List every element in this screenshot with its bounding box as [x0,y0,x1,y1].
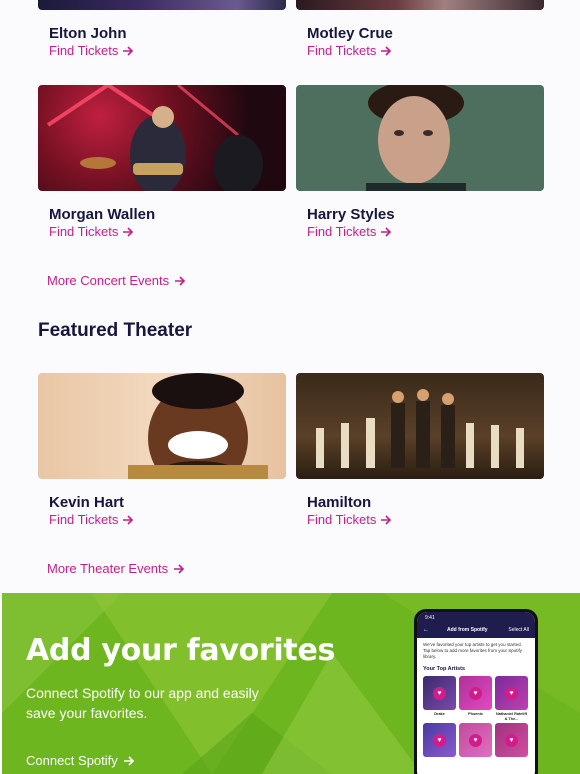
phone-section-title: Your Top Artists [423,666,466,672]
arrow-right-icon [123,226,134,237]
kevin-hart-image[interactable] [38,373,286,479]
elton-john-image[interactable] [38,0,286,10]
promo-description: Connect Spotify to our app and easily sa… [26,685,259,721]
arrow-right-icon [381,226,392,237]
heart-icon: ♥ [469,686,482,700]
heart-icon: ♥ [469,733,482,747]
morgan-wallen-image[interactable] [38,85,286,191]
concert-title-elton-john[interactable]: Elton John [49,25,127,42]
artist-name: Drake [434,712,445,716]
artist-name: Nathaniel Rateliff & The... [495,712,527,721]
promo-title: Add your favorites [26,633,336,668]
find-tickets-label: Find Tickets [307,43,377,58]
hamilton-image[interactable] [296,373,544,479]
harry-styles-image[interactable] [296,85,544,191]
find-tickets-label: Find Tickets [307,512,377,527]
featured-theater-heading: Featured Theater [38,320,193,341]
stage-cast-graphic [316,389,524,468]
find-tickets-label: Find Tickets [49,512,119,527]
concert-title-motley-crue[interactable]: Motley Crue [307,25,393,42]
more-concert-events-link[interactable]: More Concert Events [47,273,186,288]
more-theater-events-link[interactable]: More Theater Events [47,561,185,576]
artist-name: Phoenix [468,712,483,716]
find-tickets-label: Find Tickets [307,224,377,239]
phone-description: We've favorited your top artists to get … [423,642,523,659]
artist-tile: ♥ [423,723,456,757]
artist-tile: ♥ [495,723,528,757]
artist-tile-phoenix: ♥ [459,676,492,710]
select-all-link: Select All [508,627,529,633]
find-tickets-link-motley-crue[interactable]: Find Tickets [307,43,392,58]
more-theater-events-label: More Theater Events [47,561,169,576]
connect-spotify-link[interactable]: Connect Spotify [26,753,135,768]
phone-screen: 9:41 ← Add from Spotify Select All We've… [417,612,535,774]
artist-tiles: ♥ ♥ ♥ [417,674,535,712]
find-tickets-link-elton-john[interactable]: Find Tickets [49,43,134,58]
arrow-right-icon [381,514,392,525]
heart-icon: ♥ [433,686,446,700]
arrow-right-icon [123,45,134,56]
find-tickets-link-kevin-hart[interactable]: Find Tickets [49,512,134,527]
artist-tile-nathaniel-rateliff: ♥ [495,676,528,710]
concert-stage-graphic [46,85,263,191]
artist-names: Drake Phoenix Nathaniel Rateliff & The..… [417,712,535,721]
phone-screen-title: Add from Spotify [447,627,488,633]
heart-icon: ♥ [433,733,446,747]
back-arrow-icon: ← [423,627,429,633]
arrow-right-icon [174,563,185,574]
heart-icon: ♥ [505,733,518,747]
phone-mockup: 9:41 ← Add from Spotify Select All We've… [414,609,538,774]
arrow-right-icon [381,45,392,56]
theater-title-kevin-hart[interactable]: Kevin Hart [49,494,124,511]
find-tickets-link-morgan-wallen[interactable]: Find Tickets [49,224,134,239]
find-tickets-label: Find Tickets [49,43,119,58]
artist-tile: ♥ [459,723,492,757]
heart-icon: ♥ [505,686,518,700]
arrow-right-icon [123,514,134,525]
portrait-graphic [366,85,466,191]
artist-tile-drake: ♥ [423,676,456,710]
more-concert-events-label: More Concert Events [47,273,170,288]
arrow-right-icon [175,275,186,286]
artist-tiles-row-2: ♥ ♥ ♥ [417,721,535,759]
phone-header-bar: 9:41 ← Add from Spotify Select All [417,612,535,638]
motley-crue-image[interactable] [296,0,544,10]
concert-title-harry-styles[interactable]: Harry Styles [307,206,395,223]
phone-clock: 9:41 [425,615,435,621]
connect-spotify-label: Connect Spotify [26,753,118,768]
concert-title-morgan-wallen[interactable]: Morgan Wallen [49,206,155,223]
portrait-graphic [128,373,268,479]
find-tickets-link-hamilton[interactable]: Find Tickets [307,512,392,527]
find-tickets-link-harry-styles[interactable]: Find Tickets [307,224,392,239]
theater-title-hamilton[interactable]: Hamilton [307,494,371,511]
spotify-promo-banner: Add your favorites Connect Spotify to ou… [2,593,580,774]
arrow-right-icon [123,755,134,766]
find-tickets-label: Find Tickets [49,224,119,239]
